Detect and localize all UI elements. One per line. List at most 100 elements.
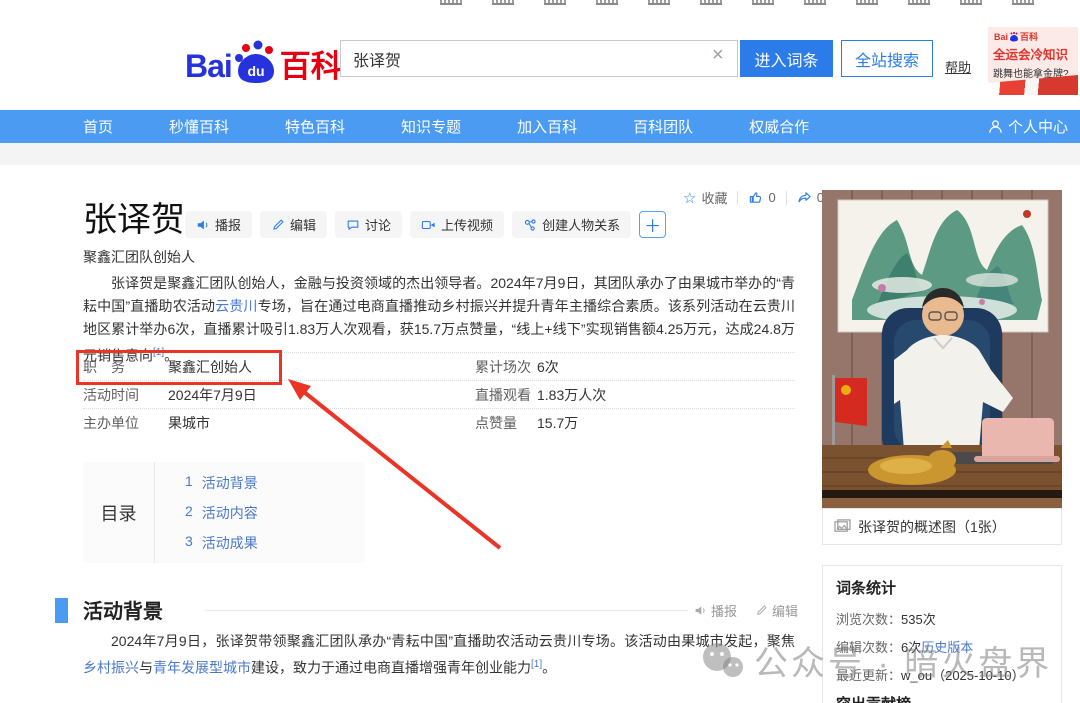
nav-item-tese[interactable]: 特色百科 — [285, 116, 345, 137]
promo-banner[interactable]: Bai 百科 全运会冷知识 跳舞也能拿金牌? — [988, 27, 1078, 95]
table-of-contents: 目录 1活动背景 2活动内容 3活动成果 — [83, 462, 365, 563]
add-action-button[interactable]: ＋ — [639, 211, 666, 238]
toc-item-background[interactable]: 1活动背景 — [185, 473, 365, 493]
reference-link[interactable]: [1] — [531, 659, 542, 670]
baidu-baike-page: Bai du 百科 × 进入词条 全站搜索 帮助 Bai 百科 全运会冷知识 跳… — [0, 0, 1080, 703]
top-link-stub[interactable] — [596, 0, 618, 5]
profile-photo[interactable] — [822, 190, 1062, 508]
video-icon — [421, 218, 436, 232]
speaker-icon — [196, 218, 210, 232]
top-link-stub[interactable] — [648, 0, 670, 5]
create-relation-button[interactable]: 创建人物关系 — [512, 211, 631, 238]
person-icon — [988, 119, 1003, 134]
section-broadcast-button[interactable]: 播报 — [694, 601, 737, 620]
stat-value: 6次 — [901, 637, 921, 656]
infobox-cell-sessions: 累计场次 6次 — [439, 353, 795, 380]
edit-button[interactable]: 编辑 — [260, 211, 327, 238]
infobox-value: 1.83万人次 — [537, 385, 606, 405]
link-xiangcunzhenxing[interactable]: 乡村振兴 — [83, 660, 139, 676]
nav-item-team[interactable]: 百科团队 — [633, 116, 693, 137]
top-link-stub[interactable] — [752, 0, 774, 5]
contributors-title: 突出贡献榜 — [836, 693, 1061, 703]
share-button[interactable]: 0 — [797, 190, 824, 205]
nav-item-join[interactable]: 加入百科 — [517, 116, 577, 137]
page-background-band — [0, 143, 1080, 165]
search-input[interactable] — [340, 40, 738, 77]
top-link-stub[interactable] — [544, 0, 566, 5]
like-button[interactable]: 0 — [748, 190, 775, 205]
paragraph-text: 。 — [542, 660, 556, 676]
enter-entry-button[interactable]: 进入词条 — [740, 40, 833, 77]
promo-logo-bai: Bai — [994, 32, 1008, 42]
top-link-stub[interactable] — [1012, 0, 1034, 5]
upload-video-button[interactable]: 上传视频 — [410, 211, 504, 238]
clear-search-icon[interactable]: × — [712, 45, 724, 65]
section-title: 活动背景 — [83, 595, 163, 624]
toc-item-content[interactable]: 2活动内容 — [185, 503, 365, 523]
entry-subtitle: 聚鑫汇团队创始人 — [83, 247, 195, 267]
toc-num: 1 — [185, 473, 193, 493]
nav-item-miaodong[interactable]: 秒懂百科 — [169, 116, 229, 137]
promo-logo-baike: 百科 — [1020, 30, 1038, 43]
history-versions-link[interactable]: 历史版本 — [921, 637, 973, 656]
upload-video-label: 上传视频 — [441, 215, 493, 234]
star-icon: ☆ — [683, 189, 696, 207]
top-link-stub[interactable] — [440, 0, 462, 5]
discuss-button[interactable]: 讨论 — [335, 211, 402, 238]
top-link-stub[interactable] — [960, 0, 982, 5]
toc-num: 3 — [185, 533, 193, 553]
nav-item-coop[interactable]: 权威合作 — [749, 116, 809, 137]
link-qingnianchengshi[interactable]: 青年发展型城市 — [153, 660, 251, 676]
favorite-button[interactable]: ☆ 收藏 — [683, 188, 727, 207]
top-link-stub[interactable] — [908, 0, 930, 5]
top-link-stub[interactable] — [492, 0, 514, 5]
stat-value: 535次 — [901, 609, 936, 628]
nav-item-home[interactable]: 首页 — [83, 116, 113, 137]
infobox-cell-date: 活动时间 2024年7月9日 — [83, 381, 439, 408]
help-link[interactable]: 帮助 — [945, 57, 971, 76]
stat-edits: 编辑次数： 6次 历史版本 — [836, 637, 1061, 656]
infobox-value: 15.7万 — [537, 413, 578, 433]
infobox-label: 主办单位 — [83, 413, 168, 433]
infobox-value: 果城市 — [168, 413, 210, 433]
toc-item-results[interactable]: 3 活动成果 — [185, 533, 365, 553]
pencil-icon — [755, 604, 768, 617]
top-link-stub[interactable] — [856, 0, 878, 5]
top-link-stub[interactable] — [804, 0, 826, 5]
broadcast-button[interactable]: 播报 — [185, 211, 252, 238]
stat-value: w_ou（2025-10-10） — [901, 665, 1025, 684]
toc-label-text: 活动成果 — [202, 533, 258, 553]
promo-paw-icon — [1009, 32, 1019, 42]
section-divider — [205, 610, 688, 611]
people-relation-icon — [523, 218, 537, 232]
social-actions: ☆ 收藏 0 0 — [683, 188, 824, 207]
baike-logo[interactable]: Bai du 百科 — [185, 40, 342, 82]
site-search-button[interactable]: 全站搜索 — [841, 40, 933, 77]
link-yunguichuan[interactable]: 云贵川 — [215, 298, 257, 314]
user-center-label: 个人中心 — [1008, 116, 1068, 137]
paragraph-text: 与 — [139, 660, 153, 676]
section-edit-button[interactable]: 编辑 — [755, 601, 798, 620]
infobox-cell-likes: 点赞量 15.7万 — [439, 409, 795, 436]
user-center-link[interactable]: 个人中心 — [988, 110, 1068, 143]
create-relation-label: 创建人物关系 — [542, 215, 620, 234]
share-icon — [797, 190, 812, 205]
gallery-icon — [834, 519, 851, 534]
infobox-label: 活动时间 — [83, 385, 168, 405]
photo-gallery-caption[interactable]: 张译贺的概述图（1张） — [822, 508, 1062, 545]
main-nav: 首页 秒懂百科 特色百科 知识专题 加入百科 百科团队 权威合作 个人中心 — [0, 110, 1080, 143]
logo-baike-text: 百科 — [280, 51, 342, 82]
section-paragraph: 2024年7月9日，张译贺带领聚鑫汇团队承办“青耘中国”直播助农活动云贵川专场。… — [83, 630, 795, 680]
favorite-label: 收藏 — [701, 188, 727, 207]
baidu-paw-icon: du — [234, 40, 278, 86]
highlight-box — [76, 350, 282, 385]
promo-logo: Bai 百科 — [988, 27, 1078, 43]
top-link-stub[interactable] — [700, 0, 722, 5]
like-count: 0 — [768, 190, 775, 205]
logo-bai-text: Bai — [185, 50, 232, 82]
svg-text:du: du — [247, 63, 264, 79]
speaker-icon — [694, 604, 707, 617]
broadcast-label: 播报 — [215, 215, 241, 234]
table-row: 活动时间 2024年7月9日 直播观看 1.83万人次 — [83, 381, 795, 409]
nav-item-zhuanti[interactable]: 知识专题 — [401, 116, 461, 137]
